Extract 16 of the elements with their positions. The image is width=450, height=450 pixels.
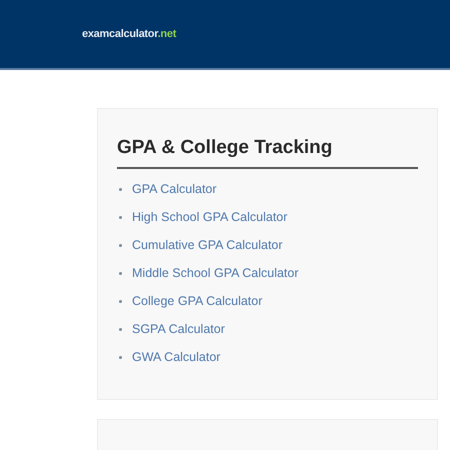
bullet-icon	[119, 328, 122, 330]
calculator-link[interactable]: GPA Calculator	[132, 180, 217, 198]
bullet-icon	[119, 272, 122, 274]
calculator-link[interactable]: High School GPA Calculator	[132, 208, 288, 226]
bullet-icon	[119, 188, 122, 190]
calculator-link[interactable]: Cumulative GPA Calculator	[132, 236, 283, 254]
calculator-link[interactable]: GWA Calculator	[132, 348, 220, 366]
bullet-icon	[119, 244, 122, 246]
calculator-link[interactable]: Middle School GPA Calculator	[132, 264, 299, 282]
bullet-icon	[119, 216, 122, 218]
bullet-icon	[119, 356, 122, 358]
site-logo[interactable]: examcalculator.net	[82, 26, 176, 42]
card-title: GPA & College Tracking	[117, 135, 418, 169]
calculator-link[interactable]: SGPA Calculator	[132, 320, 225, 338]
calculator-link[interactable]: College GPA Calculator	[132, 292, 262, 310]
bullet-icon	[119, 300, 122, 302]
